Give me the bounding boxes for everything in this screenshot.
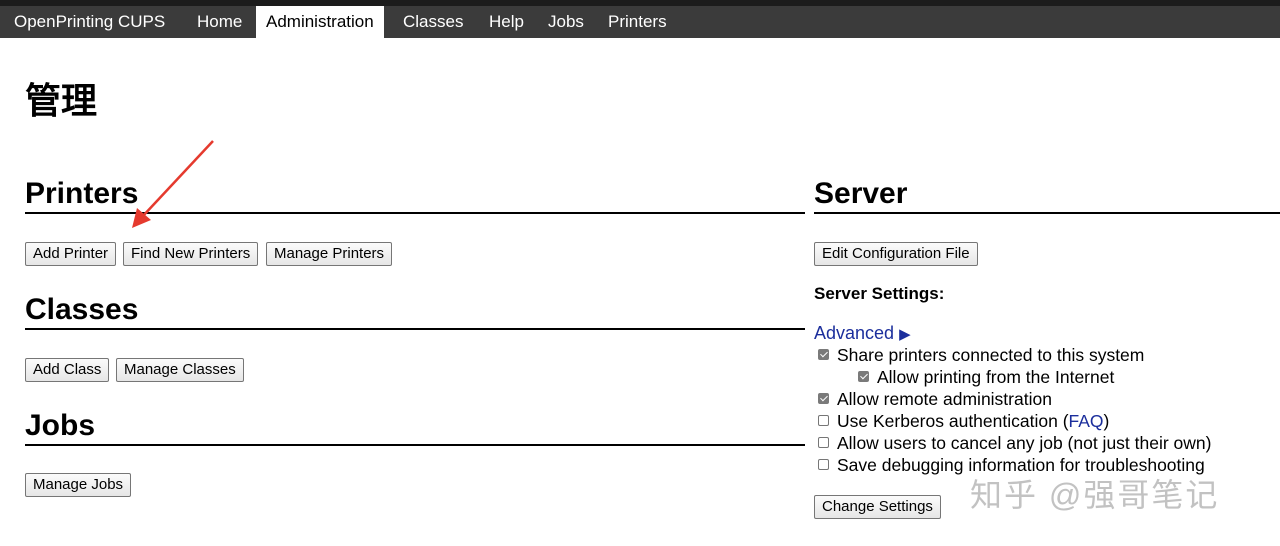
cancel-any-job-label: Allow users to cancel any job (not just … [837, 433, 1212, 453]
nav-brand-link[interactable]: OpenPrinting CUPS [4, 6, 175, 38]
nav-jobs-link[interactable]: Jobs [538, 6, 594, 38]
manage-classes-button[interactable]: Manage Classes [116, 358, 244, 382]
share-printers-checkbox[interactable] [818, 348, 829, 360]
allow-internet-printing-label: Allow printing from the Internet [877, 367, 1115, 387]
add-class-button[interactable]: Add Class [25, 358, 110, 382]
option-share-printers: Share printers connected to this system [818, 344, 1144, 366]
server-heading: Server [814, 177, 908, 210]
server-divider [814, 212, 1280, 214]
top-navigation-bar: OpenPrinting CUPS Home Administration Cl… [0, 0, 1280, 38]
classes-divider [25, 328, 805, 330]
triangle-right-icon[interactable]: ▶ [899, 326, 911, 343]
option-remote-administration: Allow remote administration [818, 388, 1052, 410]
classes-heading: Classes [25, 293, 139, 326]
option-kerberos-authentication: Use Kerberos authentication (FAQ) [818, 410, 1109, 432]
edit-configuration-file-button[interactable]: Edit Configuration File [814, 242, 978, 266]
share-printers-label: Share printers connected to this system [837, 345, 1145, 365]
save-debugging-checkbox[interactable] [818, 458, 829, 470]
nav-printers-link[interactable]: Printers [598, 6, 677, 38]
change-settings-button[interactable]: Change Settings [814, 495, 941, 519]
watermark-text: 知乎 @强哥笔记 [970, 477, 1220, 513]
add-printer-button[interactable]: Add Printer [25, 242, 117, 266]
advanced-settings-link[interactable]: Advanced ▶ [814, 323, 911, 344]
server-settings-heading: Server Settings: [814, 284, 945, 303]
nav-classes-link[interactable]: Classes [393, 6, 473, 38]
option-allow-internet-printing: Allow printing from the Internet [858, 366, 1114, 388]
option-cancel-any-job: Allow users to cancel any job (not just … [818, 432, 1211, 454]
jobs-divider [25, 444, 805, 446]
page-title: 管理 [25, 80, 98, 121]
kerberos-close-paren: ) [1103, 411, 1110, 431]
find-new-printers-button[interactable]: Find New Printers [123, 242, 259, 266]
kerberos-authentication-checkbox[interactable] [818, 414, 829, 426]
allow-internet-printing-checkbox[interactable] [858, 370, 869, 382]
kerberos-authentication-label: Use Kerberos authentication [837, 411, 1058, 431]
manage-jobs-button[interactable]: Manage Jobs [25, 473, 132, 497]
advanced-label[interactable]: Advanced [814, 323, 894, 343]
kerberos-faq-link[interactable]: FAQ [1069, 411, 1104, 431]
nav-administration-tab[interactable]: Administration [256, 6, 384, 38]
annotation-arrow-icon [132, 140, 214, 228]
nav-help-link[interactable]: Help [479, 6, 534, 38]
manage-printers-button[interactable]: Manage Printers [266, 242, 393, 266]
jobs-heading: Jobs [25, 409, 96, 442]
cancel-any-job-checkbox[interactable] [818, 436, 829, 448]
remote-administration-checkbox[interactable] [818, 392, 829, 404]
nav-home-link[interactable]: Home [187, 6, 252, 38]
remote-administration-label: Allow remote administration [837, 389, 1052, 409]
